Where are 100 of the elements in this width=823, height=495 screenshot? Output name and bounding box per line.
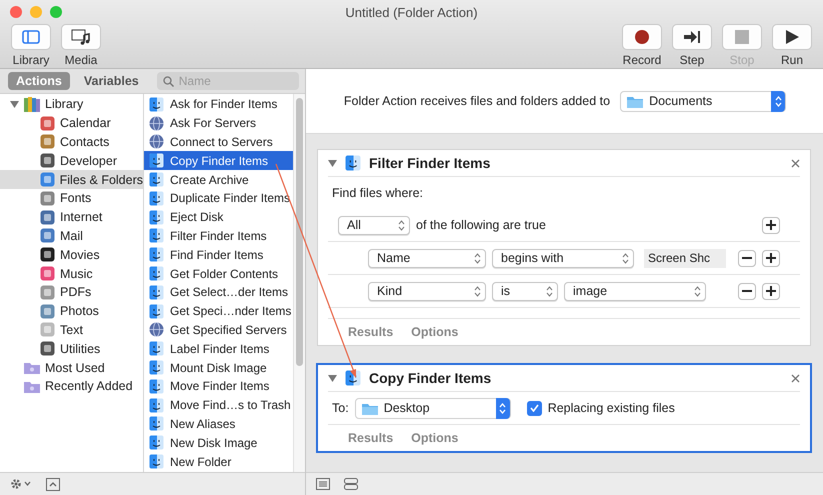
destination-popup[interactable]: Desktop [354,398,511,418]
app-icon [40,304,55,319]
finder-icon [149,454,164,470]
disclosure-triangle-icon[interactable] [328,158,337,168]
finder-icon [149,304,164,319]
action-item[interactable]: Ask For Servers [144,114,293,133]
category-item[interactable]: Files & Folders [0,170,143,189]
close-icon[interactable] [791,158,800,168]
action-item[interactable]: Ask for Finder Items [144,95,293,114]
app-icon [40,247,55,262]
action-item[interactable]: Copy Finder Items [144,151,293,170]
action-item[interactable]: Get Speci…nder Items [144,302,293,321]
checkbox[interactable] [526,400,542,416]
category-item[interactable]: Photos [0,302,143,321]
app-icon [40,322,55,338]
finder-icon [345,155,361,171]
match-popup[interactable]: All [338,216,410,234]
disclosure-triangle-icon[interactable] [328,374,337,382]
checkmark-icon [530,404,539,412]
plus-icon [766,253,776,263]
action-item[interactable]: Move Finder Items [144,376,293,396]
value-popup[interactable]: image [564,282,706,300]
action-item[interactable]: New Folder [144,452,293,471]
chevron-updown-icon [622,252,629,264]
operator-popup[interactable]: begins with [492,248,634,268]
action-title: Filter Finder Items [369,155,492,171]
category-item[interactable]: Contacts [0,132,143,152]
action-item[interactable]: Filter Finder Items [144,226,293,246]
category-item[interactable]: Internet [0,208,143,227]
action-item[interactable]: New Aliases [144,414,293,434]
search-field[interactable]: Name [156,72,299,90]
remove-button[interactable] [738,282,756,300]
add-button[interactable] [762,282,780,300]
category-item[interactable]: Recently Added [0,376,143,396]
record-icon [634,29,650,45]
action-item[interactable]: Eject Disk [144,208,293,227]
field-popup[interactable]: Kind [368,282,486,300]
category-item[interactable]: Calendar [0,114,143,133]
app-icon [40,266,55,282]
finder-icon [149,190,164,206]
chevron-updown-icon [398,220,405,230]
search-icon [162,76,174,87]
plus-icon [766,220,776,230]
finder-icon [149,266,164,282]
category-item[interactable]: Most Used [0,358,143,377]
app-icon [40,210,55,225]
action-item[interactable]: Move Find…s to Trash [144,396,293,415]
category-item[interactable]: Library [0,95,143,114]
finder-icon [149,341,164,356]
action-item[interactable]: Get Folder Contents [144,264,293,283]
app-icon [40,116,55,131]
action-title: Copy Finder Items [369,370,492,386]
window-title: Untitled (Folder Action) [345,4,478,20]
folder-icon [24,380,40,393]
app-icon [40,228,55,244]
list-view-icon[interactable] [316,478,330,490]
folder-popup[interactable]: Documents [620,90,786,112]
action-item[interactable]: Get Specified Servers [144,320,293,340]
action-item[interactable]: Mount Disk Image [144,358,293,377]
field-popup[interactable]: Name [368,248,486,268]
action-item[interactable]: New Disk Image [144,433,293,452]
split-view-icon[interactable] [344,478,358,490]
globe-icon [149,134,164,150]
remove-button[interactable] [738,250,756,266]
add-button[interactable] [762,250,780,266]
plus-icon [766,286,776,296]
close-button[interactable] [10,6,22,18]
step-icon [683,30,701,44]
category-item[interactable]: PDFs [0,282,143,302]
category-item[interactable]: Utilities [0,339,143,358]
action-item[interactable]: Get Select…der Items [144,282,293,302]
folder-icon [24,361,40,374]
app-icon [40,172,55,188]
action-item[interactable]: Duplicate Finder Items [144,188,293,208]
category-item[interactable]: Text [0,320,143,340]
chevron-updown-icon [774,96,782,106]
finder-icon [149,228,164,244]
finder-icon [149,398,164,413]
operator-popup[interactable]: is [492,282,558,300]
disclosure-triangle-icon[interactable] [10,100,19,109]
scrollbar-thumb[interactable] [296,98,303,366]
gear-icon[interactable] [10,478,32,490]
close-icon[interactable] [791,374,800,382]
workflow-input-label: Folder Action receives files and folders added to [344,94,610,108]
folder-icon [362,402,378,414]
tab[interactable]: Variables [76,72,147,90]
show-description-icon[interactable] [46,478,60,490]
category-item[interactable]: Developer [0,151,143,170]
action-item[interactable]: Create Archive [144,170,293,189]
text-field[interactable]: Screen Shc [644,248,726,268]
add-button[interactable] [762,216,780,234]
category-item[interactable]: Movies [0,245,143,264]
action-item[interactable]: Connect to Servers [144,132,293,152]
finder-icon [149,378,164,394]
match-label: of the following are true [416,218,546,232]
action-item[interactable]: Label Finder Items [144,339,293,358]
category-item[interactable]: Music [0,264,143,283]
category-item[interactable]: Mail [0,226,143,246]
category-item[interactable]: Fonts [0,188,143,208]
action-item[interactable]: Find Finder Items [144,245,293,264]
